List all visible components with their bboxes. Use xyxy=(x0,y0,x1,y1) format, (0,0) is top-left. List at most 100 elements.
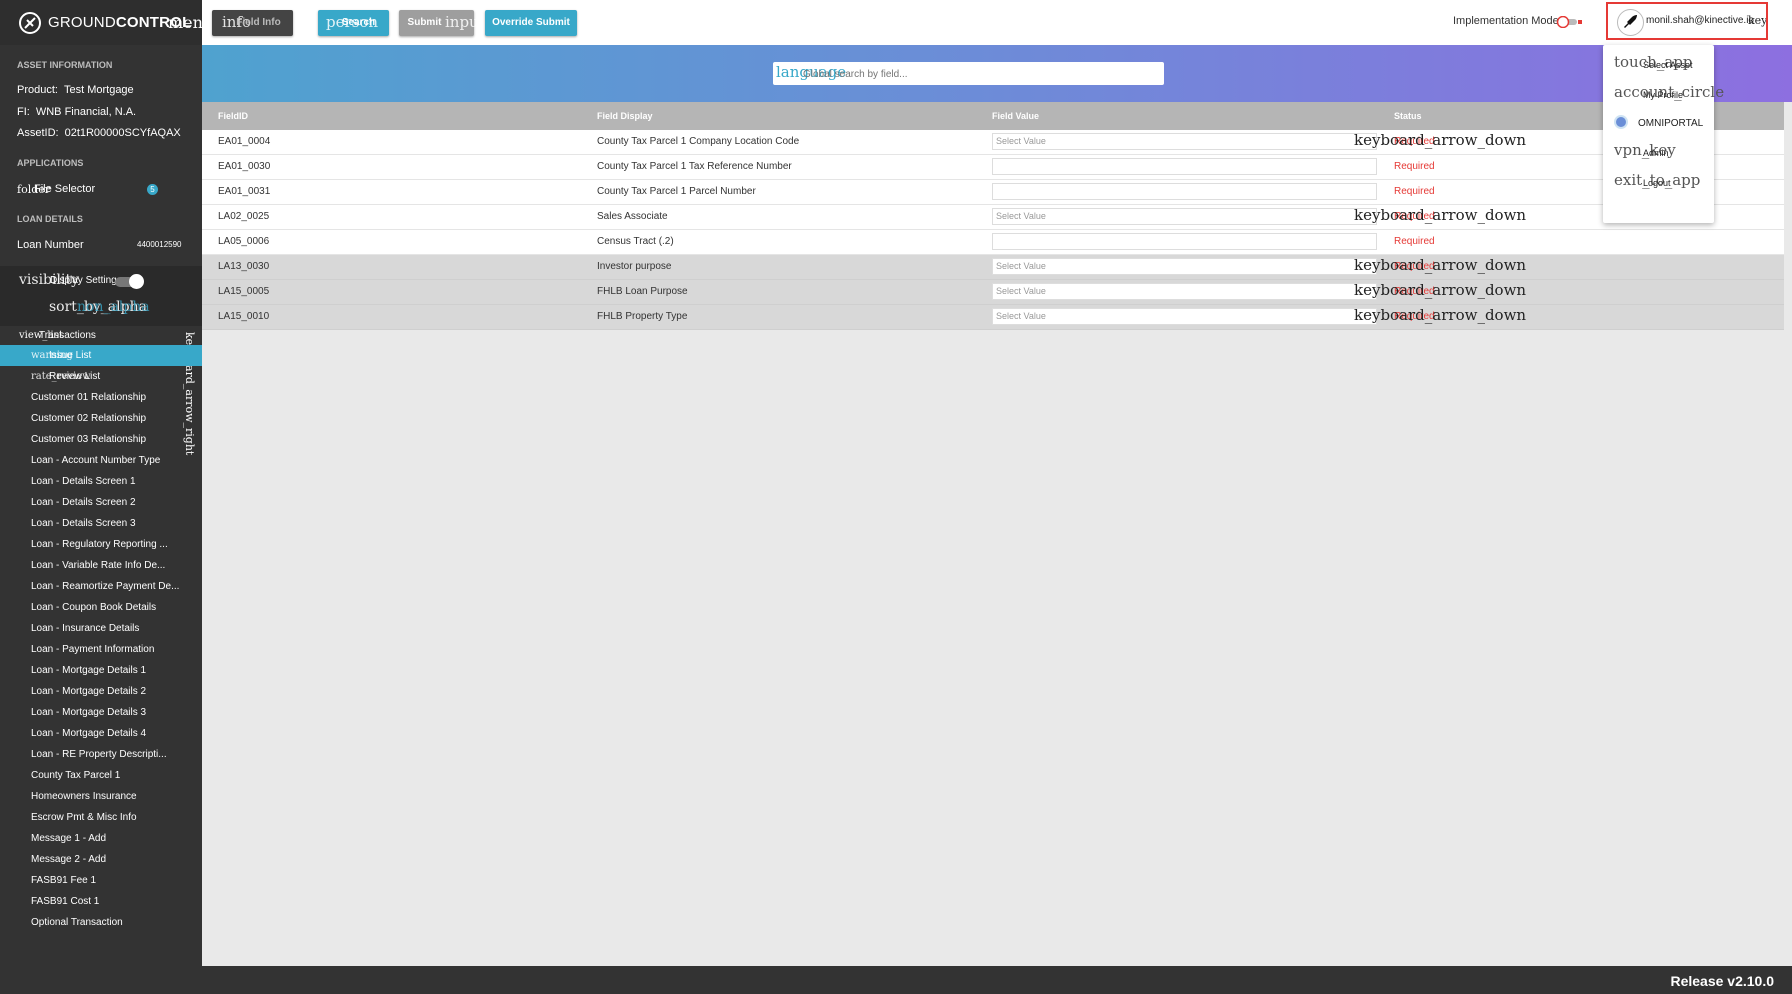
product-line: Product: Test Mortgage xyxy=(17,84,134,96)
field-info-button[interactable]: info Field Info xyxy=(212,10,293,36)
table-row: EA01_0030 County Tax Parcel 1 Tax Referen… xyxy=(202,155,1784,180)
display-settings-toggle[interactable] xyxy=(115,274,144,289)
sidebar-item-issue-list[interactable]: warning Issue List xyxy=(0,345,202,366)
sidebar-item-label: Optional Transaction xyxy=(31,917,123,928)
keyboard-arrow-down-icon[interactable]: keyboard_arrow_down xyxy=(1354,306,1526,324)
field-value-input[interactable] xyxy=(992,183,1377,200)
sidebar-item-loan-details-screen-2[interactable]: Loan - Details Screen 2 xyxy=(0,492,202,513)
keyboard-arrow-down-icon[interactable]: keyboard_arrow_down xyxy=(1354,131,1526,149)
sidebar-item-review-list[interactable]: rate_review Review List xyxy=(0,366,202,387)
table-header: FieldID Field Display Field Value Status xyxy=(202,102,1784,130)
keyboard-arrow-down-icon[interactable]: keyboard_arrow_down xyxy=(1354,281,1526,299)
sidebar-item-customer-02-relationship[interactable]: Customer 02 Relationship xyxy=(0,408,202,429)
sidebar-item-label: Customer 03 Relationship xyxy=(31,434,147,445)
sidebar-item-loan-re-property-descripti[interactable]: Loan - RE Property Descripti... xyxy=(0,744,202,765)
footer-bar: Release v2.10.0 xyxy=(202,966,1792,994)
user-account-button[interactable]: monil.shah@kinective.io keyboard_arrow_d… xyxy=(1606,2,1768,40)
sidebar-item-message-2-add[interactable]: Message 2 - Add xyxy=(0,849,202,870)
loan-number-value: 4400012590 xyxy=(137,240,182,249)
table-row: LA15_0010 FHLB Property Type Select Value R… xyxy=(202,305,1784,330)
sidebar-item-fasb91-cost-1[interactable]: FASB91 Cost 1 xyxy=(0,891,202,912)
keyboard-arrow-down-icon[interactable]: keyboard_arrow_down xyxy=(1354,206,1526,224)
sidebar-item-label: FASB91 Cost 1 xyxy=(31,896,100,907)
sidebar-item-loan-regulatory-reporting[interactable]: Loan - Regulatory Reporting ... xyxy=(0,534,202,555)
col-field-display[interactable]: Field Display xyxy=(597,111,653,121)
field-display-cell: FHLB Property Type xyxy=(597,311,688,322)
asset-id-value: 02t1R00000SCYfAQAX xyxy=(64,127,181,139)
col-field-value[interactable]: Field Value xyxy=(992,111,1039,121)
asset-info-heading: ASSET INFORMATION xyxy=(17,60,113,70)
product-label: Product: xyxy=(17,84,58,96)
field-value-input[interactable] xyxy=(992,233,1377,250)
keyboard-arrow-down-icon: keyboard_arrow_down xyxy=(1748,14,1766,27)
field-display-cell: County Tax Parcel 1 Company Location Cod… xyxy=(597,136,800,147)
sidebar-item-loan-coupon-book-details[interactable]: Loan - Coupon Book Details xyxy=(0,597,202,618)
file-selector-item[interactable]: folder File Selector 5 xyxy=(17,183,187,196)
sidebar-item-loan-details-screen-3[interactable]: Loan - Details Screen 3 xyxy=(0,513,202,534)
sidebar-item-loan-mortgage-details-4[interactable]: Loan - Mortgage Details 4 xyxy=(0,723,202,744)
search-button[interactable]: person Search xyxy=(318,10,389,36)
override-submit-button[interactable]: Override Submit xyxy=(485,10,577,36)
applications-heading: APPLICATIONS xyxy=(17,158,84,168)
field-value-select[interactable]: Select Value xyxy=(992,208,1377,225)
sidebar-item-customer-03-relationship[interactable]: Customer 03 Relationship xyxy=(0,429,202,450)
menu-item-label: OMNIPORTAL xyxy=(1638,118,1704,129)
menu-item-omniportal[interactable]: OMNIPORTAL xyxy=(1603,108,1714,138)
menu-item-select-asset[interactable]: touch_app Select Asset xyxy=(1603,49,1714,79)
keyboard-arrow-down-icon[interactable]: keyboard_arrow_down xyxy=(1354,256,1526,274)
transaction-list: warning Issue List rate_review Review List C… xyxy=(0,345,202,933)
sidebar-item-loan-payment-information[interactable]: Loan - Payment Information xyxy=(0,639,202,660)
field-display-cell: FHLB Loan Purpose xyxy=(597,286,688,297)
sidebar-item-escrow-pmt-misc-info[interactable]: Escrow Pmt & Misc Info xyxy=(0,807,202,828)
file-selector-label: File Selector xyxy=(34,183,96,195)
field-value-select[interactable]: Select Value xyxy=(992,258,1377,275)
global-search-input[interactable] xyxy=(801,65,1155,83)
sidebar-item-loan-mortgage-details-3[interactable]: Loan - Mortgage Details 3 xyxy=(0,702,202,723)
menu-item-logout[interactable]: exit_to_app Logout xyxy=(1603,167,1714,197)
sidebar-item-homeowners-insurance[interactable]: Homeowners Insurance xyxy=(0,786,202,807)
col-status[interactable]: Status xyxy=(1394,111,1422,121)
field-value-select[interactable]: Select Value xyxy=(992,283,1377,300)
sidebar-item-loan-mortgage-details-1[interactable]: Loan - Mortgage Details 1 xyxy=(0,660,202,681)
field-display-cell: Census Tract (.2) xyxy=(597,236,674,247)
sidebar-item-loan-variable-rate-info-de[interactable]: Loan - Variable Rate Info De... xyxy=(0,555,202,576)
sidebar-item-fasb91-fee-1[interactable]: FASB91 Fee 1 xyxy=(0,870,202,891)
table-row: LA13_0030 Investor purpose Select Value Req… xyxy=(202,255,1784,280)
col-field-id[interactable]: FieldID xyxy=(218,111,248,121)
table-row: LA05_0006 Census Tract (.2) Required xyxy=(202,230,1784,255)
status-required: Required xyxy=(1394,186,1435,197)
field-value-select[interactable]: Select Value xyxy=(992,308,1377,325)
menu-item-my-profile[interactable]: account_circle My Profile xyxy=(1603,79,1724,109)
sidebar-item-label: Loan - Payment Information xyxy=(31,644,155,655)
non-alpha-sort-icon[interactable]: non_alpha xyxy=(77,299,150,315)
submit-button[interactable]: Submit input xyxy=(399,10,485,36)
table-row: EA01_0004 County Tax Parcel 1 Company Loc… xyxy=(202,130,1784,155)
fi-value: WNB Financial, N.A. xyxy=(35,106,137,118)
sidebar-item-customer-01-relationship[interactable]: Customer 01 Relationship xyxy=(0,387,202,408)
sidebar-item-loan-reamortize-payment-de[interactable]: Loan - Reamortize Payment De... xyxy=(0,576,202,597)
sidebar-item-loan-insurance-details[interactable]: Loan - Insurance Details xyxy=(0,618,202,639)
menu-item-admin[interactable]: vpn_key Admin xyxy=(1603,137,1714,167)
table-body: EA01_0004 County Tax Parcel 1 Company Loc… xyxy=(202,130,1784,330)
sidebar-item-message-1-add[interactable]: Message 1 - Add xyxy=(0,828,202,849)
transactions-label: Transactions xyxy=(39,330,96,341)
brand-name-light: GROUND xyxy=(48,14,116,31)
field-id-cell: LA15_0005 xyxy=(218,286,270,297)
field-info-label: Field Info xyxy=(236,17,281,28)
sidebar-item-label: Loan - Details Screen 1 xyxy=(31,476,136,487)
sidebar-item-loan-mortgage-details-2[interactable]: Loan - Mortgage Details 2 xyxy=(0,681,202,702)
sidebar-item-loan-account-number-type[interactable]: Loan - Account Number Type xyxy=(0,450,202,471)
field-value-select[interactable]: Select Value xyxy=(992,133,1377,150)
sidebar-item-county-tax-parcel-1[interactable]: County Tax Parcel 1 xyxy=(0,765,202,786)
display-settings-panel: visibility Display Settings sort_by_alph… xyxy=(0,266,202,326)
sidebar-item-loan-details-screen-1[interactable]: Loan - Details Screen 1 xyxy=(0,471,202,492)
transactions-header[interactable]: view_list Transactions xyxy=(19,330,96,341)
implementation-mode-toggle[interactable] xyxy=(1555,16,1583,28)
field-id-cell: LA13_0030 xyxy=(218,261,270,272)
sidebar-item-label: County Tax Parcel 1 xyxy=(31,770,121,781)
field-value-input[interactable] xyxy=(992,158,1377,175)
sidebar-item-label: Loan - RE Property Descripti... xyxy=(31,749,167,760)
sidebar-item-optional-transaction[interactable]: Optional Transaction xyxy=(0,912,202,933)
field-id-cell: LA02_0025 xyxy=(218,211,270,222)
sidebar-item-label: Loan - Reamortize Payment De... xyxy=(31,581,180,592)
